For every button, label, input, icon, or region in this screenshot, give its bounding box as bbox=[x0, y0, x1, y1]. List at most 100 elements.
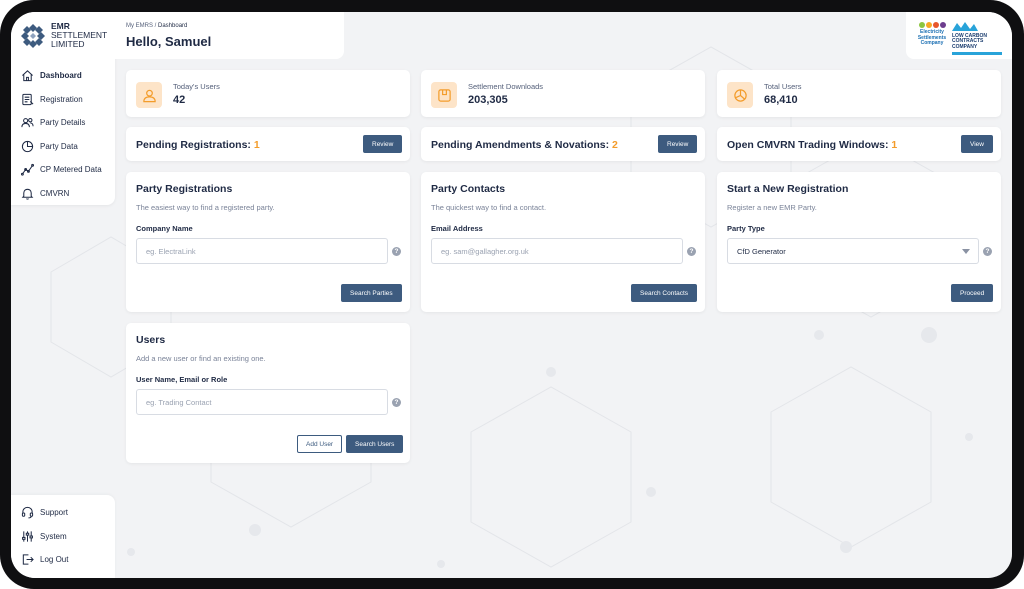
card-title: Start a New Registration bbox=[727, 183, 849, 195]
pending-label: Pending Registrations: bbox=[136, 139, 254, 151]
card-subtitle: Add a new user or find an existing one. bbox=[136, 354, 266, 363]
lcc-logo-bar bbox=[952, 52, 1002, 55]
help-icon[interactable]: ? bbox=[392, 398, 401, 407]
party-type-select[interactable]: CfD Generator bbox=[727, 238, 979, 264]
emr-logo-mark-icon bbox=[21, 23, 45, 48]
card-subtitle: The easiest way to find a registered par… bbox=[136, 203, 275, 212]
sliders-icon bbox=[22, 531, 33, 542]
sidebar-footer: Support System Log Out bbox=[11, 495, 115, 578]
party-type-selected: CfD Generator bbox=[737, 246, 786, 256]
breadcrumb-root[interactable]: My EMRS bbox=[126, 23, 153, 29]
page-header: My EMRS / Dashboard Hello, Samuel bbox=[115, 12, 344, 59]
pending-count: 1 bbox=[253, 139, 260, 151]
user-icon bbox=[142, 89, 156, 102]
stat-icon-box bbox=[431, 82, 457, 108]
open-cmvrn-card: Open CMVRN Trading Windows: 1 View bbox=[717, 127, 1001, 161]
sidebar-item-label: Support bbox=[40, 508, 69, 518]
main-nav: Dashboard Registration Party Details Par… bbox=[21, 64, 111, 205]
pending-label: Pending Amendments & Novations: bbox=[431, 139, 613, 151]
esc-logo-line-3: Company bbox=[920, 40, 944, 46]
new-registration-card: Start a New Registration Register a new … bbox=[717, 172, 1001, 312]
search-parties-button[interactable]: Search Parties bbox=[341, 284, 402, 302]
review-amendments-button[interactable]: Review bbox=[658, 135, 698, 153]
user-search-label: User Name, Email or Role bbox=[136, 375, 228, 384]
stat-value: 203,305 bbox=[468, 94, 508, 106]
stat-icon-box bbox=[727, 82, 753, 108]
breadcrumb: My EMRS / Dashboard bbox=[126, 23, 187, 29]
stat-value: 42 bbox=[173, 94, 186, 106]
review-registrations-button[interactable]: Review bbox=[363, 135, 403, 153]
card-title: Party Contacts bbox=[431, 183, 506, 195]
sidebar-item-label: Party Details bbox=[40, 118, 86, 128]
sidebar-item-label: CMVRN bbox=[40, 188, 70, 198]
sidebar-item-party-details[interactable]: Party Details bbox=[21, 111, 111, 135]
bell-icon bbox=[21, 188, 34, 200]
open-cmvrn-text: Open CMVRN Trading Windows: 1 bbox=[727, 139, 897, 151]
card-title: Users bbox=[136, 334, 166, 346]
sidebar-item-label: Log Out bbox=[40, 555, 69, 565]
company-name-label: Company Name bbox=[136, 224, 193, 233]
pending-amendments-text: Pending Amendments & Novations: 2 bbox=[431, 139, 618, 151]
proceed-button[interactable]: Proceed bbox=[951, 284, 994, 302]
chart-line-icon bbox=[21, 164, 34, 176]
card-subtitle: Register a new EMR Party. bbox=[727, 203, 817, 212]
pending-amendments-card: Pending Amendments & Novations: 2 Review bbox=[421, 127, 705, 161]
sidebar-item-cp-metered-data[interactable]: CP Metered Data bbox=[21, 158, 111, 182]
sidebar-item-label: System bbox=[40, 531, 67, 541]
pending-count: 1 bbox=[891, 139, 898, 151]
party-contacts-card: Party Contacts The quickest way to find … bbox=[421, 172, 705, 312]
form-icon bbox=[22, 93, 34, 105]
stat-card-todays-users: Today's Users 42 bbox=[126, 70, 410, 117]
emr-logo[interactable]: EMR SETTLEMENT LIMITED bbox=[21, 22, 107, 49]
card-title: Party Registrations bbox=[136, 183, 233, 195]
help-icon[interactable]: ? bbox=[687, 247, 696, 256]
lcc-logo-line-2: CONTRACTS COMPANY bbox=[952, 38, 984, 50]
user-search-input[interactable] bbox=[136, 389, 388, 415]
pie-chart-icon bbox=[733, 88, 747, 102]
device-frame: EMR SETTLEMENT LIMITED Dashboard Registr… bbox=[0, 0, 1024, 589]
sidebar-item-party-data[interactable]: Party Data bbox=[21, 135, 111, 159]
sidebar-item-support[interactable]: Support bbox=[21, 501, 111, 525]
sidebar-item-label: Registration bbox=[40, 94, 83, 104]
help-icon[interactable]: ? bbox=[392, 247, 401, 256]
home-icon bbox=[22, 70, 33, 82]
sidebar-item-cmvrn[interactable]: CMVRN bbox=[21, 182, 111, 206]
footer-nav: Support System Log Out bbox=[21, 501, 111, 572]
pending-count: 2 bbox=[612, 139, 618, 151]
sidebar-item-label: Dashboard bbox=[40, 71, 82, 81]
pending-label: Open CMVRN Trading Windows: bbox=[727, 139, 892, 151]
lcc-logo: LOW CARBON CONTRACTS COMPANY bbox=[952, 22, 1002, 55]
app-screen: EMR SETTLEMENT LIMITED Dashboard Registr… bbox=[11, 12, 1012, 578]
sidebar-item-label: Party Data bbox=[40, 141, 78, 151]
party-registrations-card: Party Registrations The easiest way to f… bbox=[126, 172, 410, 312]
breadcrumb-current: Dashboard bbox=[158, 23, 188, 29]
caret-down-icon bbox=[962, 249, 970, 254]
partner-logos: Electricity Settlements Company LOW CARB… bbox=[906, 12, 1012, 59]
sidebar-item-dashboard[interactable]: Dashboard bbox=[21, 64, 111, 88]
email-address-label: Email Address bbox=[431, 224, 483, 233]
add-user-button[interactable]: Add User bbox=[297, 435, 343, 453]
stat-label: Today's Users bbox=[173, 82, 220, 91]
search-contacts-button[interactable]: Search Contacts bbox=[631, 284, 698, 302]
pending-registrations-card: Pending Registrations: 1 Review bbox=[126, 127, 410, 161]
users-card: Users Add a new user or find an existing… bbox=[126, 323, 410, 463]
users-icon bbox=[21, 118, 34, 128]
sidebar: EMR SETTLEMENT LIMITED Dashboard Registr… bbox=[11, 12, 115, 205]
stat-card-total-users: Total Users 68,410 bbox=[717, 70, 1001, 117]
pending-registrations-text: Pending Registrations: 1 bbox=[136, 139, 260, 151]
search-users-button[interactable]: Search Users bbox=[346, 435, 404, 453]
company-name-input[interactable] bbox=[136, 238, 388, 264]
lcc-logo-mark-icon bbox=[952, 22, 978, 31]
sidebar-item-log-out[interactable]: Log Out bbox=[21, 548, 111, 572]
headset-icon bbox=[21, 507, 34, 519]
email-address-input[interactable] bbox=[431, 238, 683, 264]
esc-logo: Electricity Settlements Company bbox=[916, 22, 948, 47]
logout-icon bbox=[22, 554, 34, 565]
view-cmvrn-button[interactable]: View bbox=[961, 135, 993, 153]
brand-line-3: LIMITED bbox=[51, 39, 85, 49]
stat-label: Settlement Downloads bbox=[468, 82, 544, 91]
sidebar-item-registration[interactable]: Registration bbox=[21, 88, 111, 112]
stat-icon-box bbox=[136, 82, 162, 108]
sidebar-item-system[interactable]: System bbox=[21, 525, 111, 549]
help-icon[interactable]: ? bbox=[983, 247, 992, 256]
